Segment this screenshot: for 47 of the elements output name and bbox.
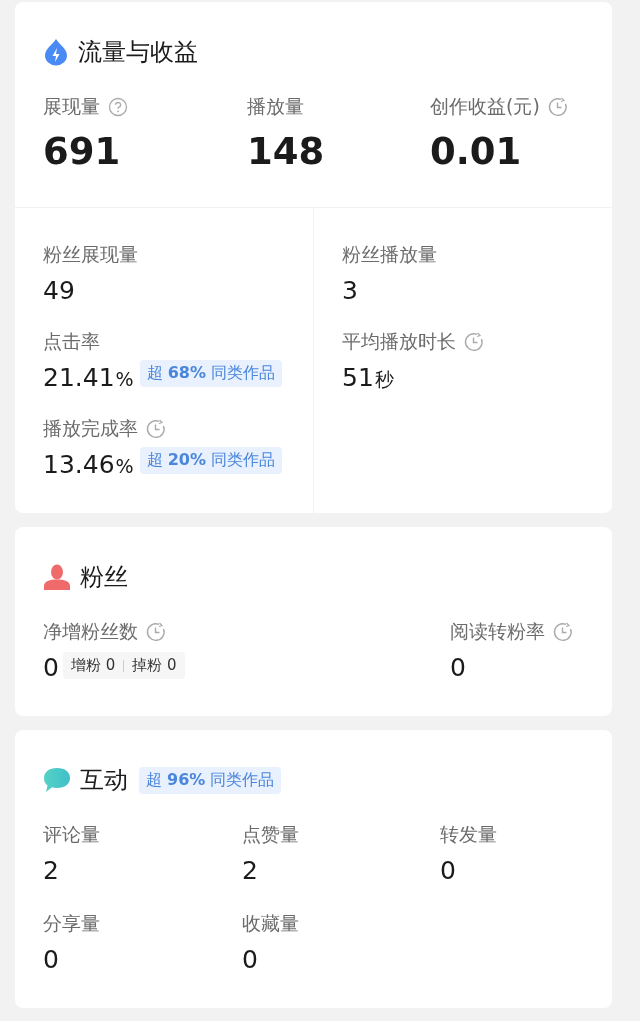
person-icon [43, 564, 71, 590]
metric-label: 创作收益(元) [430, 94, 540, 119]
metric-value: 0 [440, 856, 456, 885]
section-title: 互动 [80, 765, 128, 796]
metric-label: 播放完成率 [43, 416, 138, 441]
section-title: 粉丝 [80, 562, 128, 593]
metric-label: 点击率 [43, 329, 100, 354]
clock-icon [553, 622, 573, 642]
metric-label: 收藏量 [242, 911, 299, 936]
metric-value: 2 [43, 856, 59, 885]
metric-label: 阅读转粉率 [450, 619, 545, 644]
metric-label: 分享量 [43, 911, 100, 936]
metric-label: 平均播放时长 [342, 329, 456, 354]
metric-value: 2 [242, 856, 258, 885]
metric-value: 51秒 [342, 363, 394, 393]
comparison-badge: 超 96% 同类作品 [139, 766, 282, 794]
metric-value: 21.41% [43, 363, 134, 392]
clock-icon [547, 97, 568, 117]
metric-label: 粉丝播放量 [342, 242, 437, 267]
metric-value: 691 [43, 130, 121, 173]
section-title: 流量与收益 [78, 37, 198, 68]
metric-label: 净增粉丝数 [43, 619, 138, 644]
speech-bubble-icon [43, 767, 71, 793]
comparison-badge: 超 68% 同类作品 [139, 360, 283, 387]
metric-label: 点赞量 [242, 822, 299, 847]
metric-value: 0 [43, 653, 59, 682]
metric-value: 0 [43, 945, 59, 974]
metric-label: 粉丝展现量 [43, 242, 138, 267]
metric-label: 评论量 [43, 822, 100, 847]
metric-value: 0.01 [430, 130, 522, 173]
clock-icon [146, 419, 166, 439]
metric-value: 49 [43, 276, 75, 305]
breakdown-item: 增粉 0 [70, 656, 116, 675]
breakdown-item: 掉粉 0 [132, 656, 177, 675]
metric-label: 展现量 [43, 94, 100, 119]
metric-value: 148 [247, 130, 325, 173]
lightning-drop-icon [43, 38, 69, 66]
metric-value: 13.46% [43, 450, 134, 479]
help-icon [108, 97, 128, 117]
clock-icon [464, 332, 484, 352]
metric-value: 0 [450, 653, 466, 682]
metric-label: 播放量 [247, 94, 304, 119]
metric-value: 3 [342, 276, 358, 305]
metric-value: 0 [242, 945, 258, 974]
clock-icon [146, 622, 166, 642]
comparison-badge: 超 20% 同类作品 [139, 447, 283, 474]
metric-label: 转发量 [440, 822, 497, 847]
